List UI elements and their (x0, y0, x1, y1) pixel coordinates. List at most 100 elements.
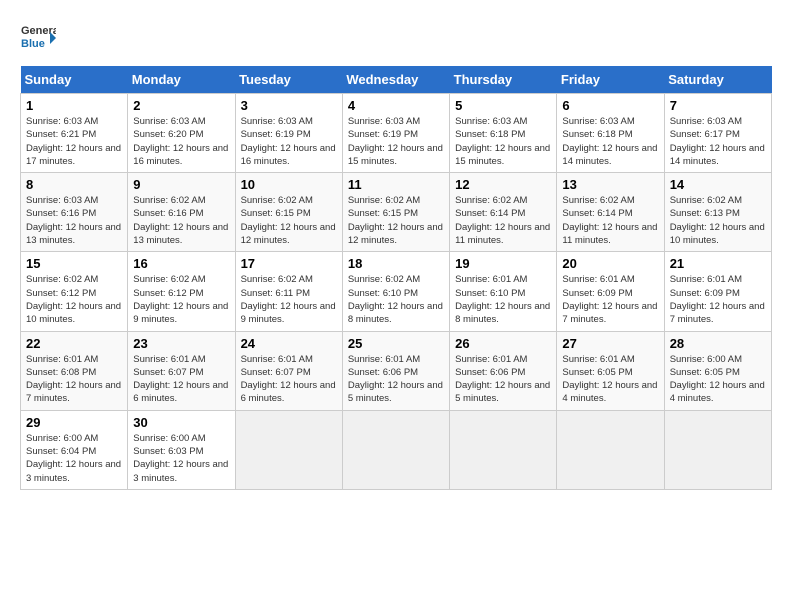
calendar-cell (557, 410, 664, 489)
day-info: Sunrise: 6:01 AM Sunset: 6:06 PM Dayligh… (455, 353, 551, 406)
calendar-cell: 11 Sunrise: 6:02 AM Sunset: 6:15 PM Dayl… (342, 173, 449, 252)
day-info: Sunrise: 6:02 AM Sunset: 6:10 PM Dayligh… (348, 273, 444, 326)
day-info: Sunrise: 6:02 AM Sunset: 6:15 PM Dayligh… (241, 194, 337, 247)
day-number: 4 (348, 98, 444, 113)
calendar-cell: 29 Sunrise: 6:00 AM Sunset: 6:04 PM Dayl… (21, 410, 128, 489)
day-number: 19 (455, 256, 551, 271)
calendar-cell (342, 410, 449, 489)
page-header: General Blue (20, 20, 772, 56)
day-info: Sunrise: 6:01 AM Sunset: 6:08 PM Dayligh… (26, 353, 122, 406)
day-number: 3 (241, 98, 337, 113)
calendar-cell: 20 Sunrise: 6:01 AM Sunset: 6:09 PM Dayl… (557, 252, 664, 331)
weekday-header-row: SundayMondayTuesdayWednesdayThursdayFrid… (21, 66, 772, 94)
day-number: 20 (562, 256, 658, 271)
calendar-cell: 24 Sunrise: 6:01 AM Sunset: 6:07 PM Dayl… (235, 331, 342, 410)
calendar-cell: 21 Sunrise: 6:01 AM Sunset: 6:09 PM Dayl… (664, 252, 771, 331)
calendar-cell: 16 Sunrise: 6:02 AM Sunset: 6:12 PM Dayl… (128, 252, 235, 331)
day-info: Sunrise: 6:00 AM Sunset: 6:03 PM Dayligh… (133, 432, 229, 485)
calendar-cell: 30 Sunrise: 6:00 AM Sunset: 6:03 PM Dayl… (128, 410, 235, 489)
calendar-cell: 23 Sunrise: 6:01 AM Sunset: 6:07 PM Dayl… (128, 331, 235, 410)
day-number: 28 (670, 336, 766, 351)
logo-icon: General Blue (20, 20, 56, 56)
calendar-cell: 5 Sunrise: 6:03 AM Sunset: 6:18 PM Dayli… (450, 94, 557, 173)
day-number: 8 (26, 177, 122, 192)
calendar-cell: 19 Sunrise: 6:01 AM Sunset: 6:10 PM Dayl… (450, 252, 557, 331)
day-info: Sunrise: 6:01 AM Sunset: 6:07 PM Dayligh… (241, 353, 337, 406)
day-number: 16 (133, 256, 229, 271)
calendar-cell (450, 410, 557, 489)
day-number: 7 (670, 98, 766, 113)
weekday-header-wednesday: Wednesday (342, 66, 449, 94)
calendar-cell: 14 Sunrise: 6:02 AM Sunset: 6:13 PM Dayl… (664, 173, 771, 252)
weekday-header-sunday: Sunday (21, 66, 128, 94)
calendar-cell: 22 Sunrise: 6:01 AM Sunset: 6:08 PM Dayl… (21, 331, 128, 410)
day-info: Sunrise: 6:02 AM Sunset: 6:11 PM Dayligh… (241, 273, 337, 326)
weekday-header-saturday: Saturday (664, 66, 771, 94)
calendar-week-1: 1 Sunrise: 6:03 AM Sunset: 6:21 PM Dayli… (21, 94, 772, 173)
calendar-body: 1 Sunrise: 6:03 AM Sunset: 6:21 PM Dayli… (21, 94, 772, 490)
day-number: 21 (670, 256, 766, 271)
calendar-week-2: 8 Sunrise: 6:03 AM Sunset: 6:16 PM Dayli… (21, 173, 772, 252)
day-info: Sunrise: 6:02 AM Sunset: 6:14 PM Dayligh… (562, 194, 658, 247)
weekday-header-friday: Friday (557, 66, 664, 94)
logo: General Blue (20, 20, 56, 56)
calendar-cell: 10 Sunrise: 6:02 AM Sunset: 6:15 PM Dayl… (235, 173, 342, 252)
day-info: Sunrise: 6:01 AM Sunset: 6:07 PM Dayligh… (133, 353, 229, 406)
day-number: 17 (241, 256, 337, 271)
calendar-cell: 2 Sunrise: 6:03 AM Sunset: 6:20 PM Dayli… (128, 94, 235, 173)
day-number: 24 (241, 336, 337, 351)
svg-text:Blue: Blue (21, 38, 45, 50)
day-number: 1 (26, 98, 122, 113)
weekday-header-thursday: Thursday (450, 66, 557, 94)
weekday-header-monday: Monday (128, 66, 235, 94)
calendar-cell (235, 410, 342, 489)
calendar-cell: 8 Sunrise: 6:03 AM Sunset: 6:16 PM Dayli… (21, 173, 128, 252)
day-number: 11 (348, 177, 444, 192)
day-info: Sunrise: 6:02 AM Sunset: 6:15 PM Dayligh… (348, 194, 444, 247)
day-info: Sunrise: 6:03 AM Sunset: 6:18 PM Dayligh… (562, 115, 658, 168)
calendar-cell: 26 Sunrise: 6:01 AM Sunset: 6:06 PM Dayl… (450, 331, 557, 410)
calendar-cell: 25 Sunrise: 6:01 AM Sunset: 6:06 PM Dayl… (342, 331, 449, 410)
day-info: Sunrise: 6:03 AM Sunset: 6:17 PM Dayligh… (670, 115, 766, 168)
calendar-cell: 18 Sunrise: 6:02 AM Sunset: 6:10 PM Dayl… (342, 252, 449, 331)
day-number: 18 (348, 256, 444, 271)
calendar-cell: 3 Sunrise: 6:03 AM Sunset: 6:19 PM Dayli… (235, 94, 342, 173)
day-number: 27 (562, 336, 658, 351)
calendar-cell: 27 Sunrise: 6:01 AM Sunset: 6:05 PM Dayl… (557, 331, 664, 410)
day-number: 13 (562, 177, 658, 192)
calendar-cell: 1 Sunrise: 6:03 AM Sunset: 6:21 PM Dayli… (21, 94, 128, 173)
day-number: 29 (26, 415, 122, 430)
calendar-cell: 7 Sunrise: 6:03 AM Sunset: 6:17 PM Dayli… (664, 94, 771, 173)
day-info: Sunrise: 6:02 AM Sunset: 6:16 PM Dayligh… (133, 194, 229, 247)
calendar-week-4: 22 Sunrise: 6:01 AM Sunset: 6:08 PM Dayl… (21, 331, 772, 410)
day-info: Sunrise: 6:03 AM Sunset: 6:21 PM Dayligh… (26, 115, 122, 168)
day-info: Sunrise: 6:02 AM Sunset: 6:12 PM Dayligh… (133, 273, 229, 326)
calendar-cell: 17 Sunrise: 6:02 AM Sunset: 6:11 PM Dayl… (235, 252, 342, 331)
day-info: Sunrise: 6:03 AM Sunset: 6:16 PM Dayligh… (26, 194, 122, 247)
day-number: 6 (562, 98, 658, 113)
day-info: Sunrise: 6:03 AM Sunset: 6:20 PM Dayligh… (133, 115, 229, 168)
day-number: 25 (348, 336, 444, 351)
calendar-week-3: 15 Sunrise: 6:02 AM Sunset: 6:12 PM Dayl… (21, 252, 772, 331)
day-info: Sunrise: 6:02 AM Sunset: 6:14 PM Dayligh… (455, 194, 551, 247)
calendar-table: SundayMondayTuesdayWednesdayThursdayFrid… (20, 66, 772, 490)
weekday-header-tuesday: Tuesday (235, 66, 342, 94)
day-number: 2 (133, 98, 229, 113)
day-info: Sunrise: 6:01 AM Sunset: 6:05 PM Dayligh… (562, 353, 658, 406)
day-info: Sunrise: 6:03 AM Sunset: 6:18 PM Dayligh… (455, 115, 551, 168)
day-number: 23 (133, 336, 229, 351)
day-number: 9 (133, 177, 229, 192)
day-number: 12 (455, 177, 551, 192)
day-info: Sunrise: 6:01 AM Sunset: 6:10 PM Dayligh… (455, 273, 551, 326)
calendar-cell: 4 Sunrise: 6:03 AM Sunset: 6:19 PM Dayli… (342, 94, 449, 173)
calendar-cell: 12 Sunrise: 6:02 AM Sunset: 6:14 PM Dayl… (450, 173, 557, 252)
day-info: Sunrise: 6:02 AM Sunset: 6:12 PM Dayligh… (26, 273, 122, 326)
calendar-cell (664, 410, 771, 489)
calendar-week-5: 29 Sunrise: 6:00 AM Sunset: 6:04 PM Dayl… (21, 410, 772, 489)
calendar-cell: 9 Sunrise: 6:02 AM Sunset: 6:16 PM Dayli… (128, 173, 235, 252)
day-info: Sunrise: 6:00 AM Sunset: 6:05 PM Dayligh… (670, 353, 766, 406)
day-number: 26 (455, 336, 551, 351)
day-number: 10 (241, 177, 337, 192)
day-info: Sunrise: 6:01 AM Sunset: 6:09 PM Dayligh… (670, 273, 766, 326)
day-number: 30 (133, 415, 229, 430)
